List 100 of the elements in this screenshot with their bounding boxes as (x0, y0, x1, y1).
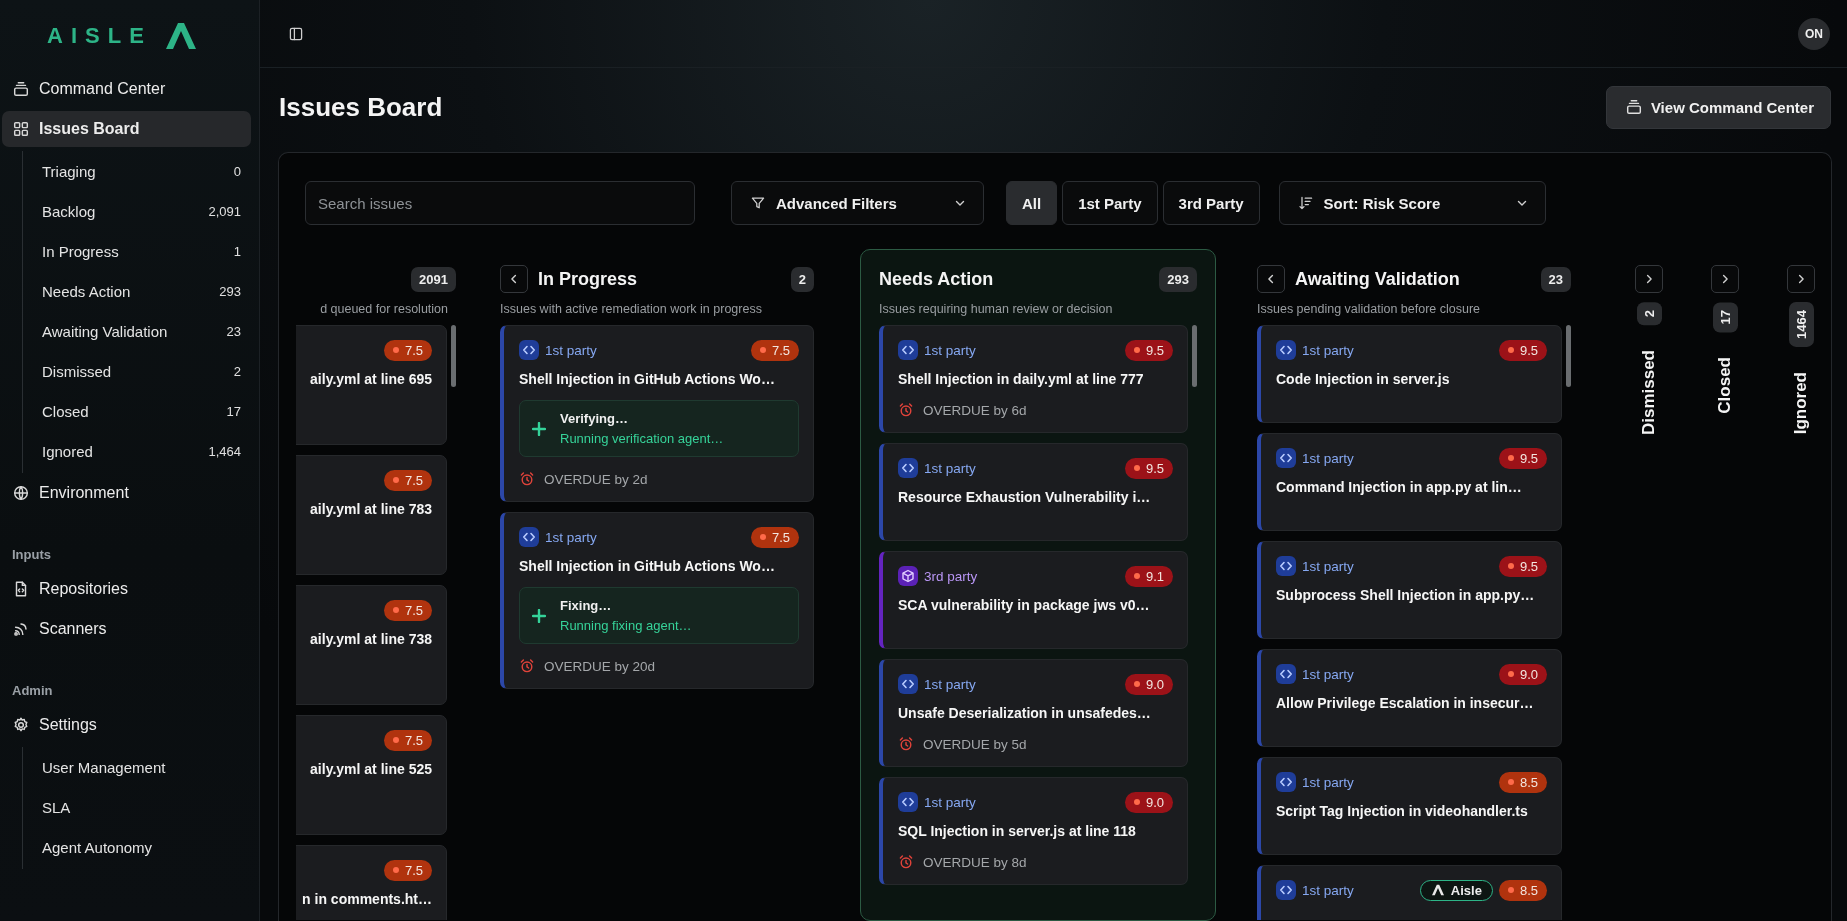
score-badge: 9.0 (1124, 791, 1173, 813)
nav-subitem[interactable]: Triaging 0 (23, 151, 251, 191)
issue-card[interactable]: 1st party 9.5 Code Injection in server.js (1257, 325, 1562, 423)
user-avatar[interactable]: ON (1798, 17, 1830, 50)
nav-item[interactable]: Environment (2, 475, 251, 511)
view-command-center-button[interactable]: View Command Center (1605, 85, 1831, 129)
column-title: Ignored (1791, 371, 1811, 435)
party-label: 1st party (924, 342, 976, 358)
party-label: 1st party (1302, 450, 1354, 466)
filter-dropdown[interactable]: Advanced Filters (731, 181, 984, 225)
stack-icon (12, 80, 30, 98)
scrollbar-thumb[interactable] (1192, 325, 1197, 387)
column-title: Needs Action (879, 268, 994, 290)
column-title: Dismissed (1639, 350, 1659, 436)
code-icon (1276, 664, 1296, 684)
alarm-clock-icon (898, 402, 914, 418)
alarm-clock-icon (898, 736, 914, 752)
issue-title: Subprocess Shell Injection in app.py… (1276, 586, 1536, 604)
count-badge: 2 (790, 266, 814, 292)
plus-icon (532, 421, 546, 436)
issue-title: Shell Injection in GitHub Actions Wo… (519, 370, 776, 388)
nav-item[interactable]: Issues Board (2, 111, 251, 147)
count-badge: 2091 (411, 266, 456, 292)
code-icon (1276, 448, 1296, 468)
collapse-column-button[interactable] (1257, 265, 1285, 293)
score-badge: 7.5 (383, 729, 432, 751)
issue-card[interactable]: 1st party 9.5 Resource Exhaustion Vulnerability i… (879, 443, 1188, 541)
nav-subitem[interactable]: Agent Autonomy (23, 827, 251, 867)
issue-card[interactable]: 1st party 9.0 Unsafe Deserialization in unsafedes… OVERDUE by 5d (879, 659, 1188, 767)
expand-column-button[interactable] (1711, 265, 1739, 293)
scrollbar-thumb[interactable] (1566, 325, 1571, 387)
nav-subitem[interactable]: In Progress 1 (23, 231, 251, 271)
issue-card[interactable]: 1st party 9.5 Command Injection in app.py at lin… (1257, 433, 1562, 531)
party-label: 1st party (545, 342, 597, 358)
issue-card[interactable]: 1st party 9.5 Subprocess Shell Injection in app.py… (1257, 541, 1562, 639)
alarm-clock-icon (519, 658, 535, 674)
filter-tab[interactable]: 3rd Party (1162, 181, 1260, 225)
sort-dropdown[interactable]: Sort: Risk Score (1278, 181, 1546, 225)
score-badge: 7.5 (750, 526, 799, 548)
party-label: 1st party (1302, 666, 1354, 682)
issue-card[interactable]: 7.5 aily.yml at line 738 (296, 585, 447, 705)
issue-title: aily.yml at line 525 (310, 760, 432, 778)
issue-card[interactable]: 1st party 7.5 Shell Injection in GitHub Actions Wo… Verifying… Running verification agent… OVERDUE by 2d (500, 325, 814, 502)
count-badge: 293 (1159, 266, 1197, 292)
grid-icon (12, 120, 30, 138)
issue-title: Script Tag Injection in videohandler.ts (1276, 802, 1529, 820)
score-badge: 9.5 (1124, 339, 1173, 361)
nav-subitem[interactable]: Ignored 1,464 (23, 431, 251, 471)
score-badge: 7.5 (383, 859, 432, 881)
issue-card[interactable]: 1st party 7.5 Shell Injection in GitHub Actions Wo… Fixing… Running fixing agent… OVERDUE by 20d (500, 512, 814, 689)
score-badge: 9.0 (1124, 673, 1173, 695)
nav-subitem[interactable]: Closed 17 (23, 391, 251, 431)
code-icon (1276, 880, 1296, 900)
issue-card[interactable]: 7.5 aily.yml at line 695 (296, 325, 447, 445)
code-icon (519, 527, 539, 547)
issue-card[interactable]: 1st party 9.5 Shell Injection in daily.yml at line 777 OVERDUE by 6d (879, 325, 1188, 433)
expand-column-button[interactable] (1787, 265, 1815, 293)
issue-title: SQL Injection in server.js at line 118 (898, 822, 1137, 840)
issue-card[interactable]: 1st party Aisle 8.5 (1257, 865, 1562, 920)
issue-card[interactable]: 3rd party 9.1 SCA vulnerability in package jws v0… (879, 551, 1188, 649)
issue-card[interactable]: 7.5 aily.yml at line 525 (296, 715, 447, 835)
party-label: 1st party (924, 794, 976, 810)
nav-item[interactable]: Command Center (2, 71, 251, 107)
score-badge: 9.5 (1498, 555, 1547, 577)
score-badge: 9.0 (1498, 663, 1547, 685)
count-badge: 1464 (1788, 302, 1814, 347)
nav-subitem[interactable]: Dismissed 2 (23, 351, 251, 391)
issue-card[interactable]: 7.5 aily.yml at line 783 (296, 455, 447, 575)
alarm-clock-icon (898, 854, 914, 870)
nav-item[interactable]: Settings (2, 707, 251, 743)
issue-title: aily.yml at line 695 (310, 370, 432, 388)
nav-subitem[interactable]: SLA (23, 787, 251, 827)
nav-item[interactable]: Repositories (2, 571, 251, 607)
issue-card[interactable]: 1st party 9.0 SQL Injection in server.js at line 118 OVERDUE by 8d (879, 777, 1188, 885)
issue-card[interactable]: 1st party 8.5 Script Tag Injection in videohandler.ts (1257, 757, 1562, 855)
collapse-column-button[interactable] (500, 265, 528, 293)
filter-tab[interactable]: All (1006, 181, 1058, 225)
nav-subitem[interactable]: Needs Action 293 (23, 271, 251, 311)
status-detail: Running verification agent… (560, 431, 724, 446)
score-badge: 8.5 (1498, 879, 1547, 901)
nav-subitem[interactable]: Backlog 2,091 (23, 191, 251, 231)
issue-card[interactable]: 1st party 9.0 Allow Privilege Escalation in insecur… (1257, 649, 1562, 747)
issue-card[interactable]: 7.5 n in comments.ht… (296, 845, 447, 920)
filter-tab[interactable]: 1st Party (1062, 181, 1158, 225)
issue-title: aily.yml at line 738 (310, 630, 432, 648)
expand-column-button[interactable] (1635, 265, 1663, 293)
stack-icon (1624, 98, 1643, 116)
nav-item[interactable]: Scanners (2, 611, 251, 647)
code-icon (898, 340, 918, 360)
code-icon (1276, 556, 1296, 576)
status-detail: Running fixing agent… (560, 618, 692, 633)
party-label: 1st party (924, 460, 976, 476)
nav-subitem[interactable]: User Management (23, 747, 251, 787)
code-icon (898, 674, 918, 694)
column-description: Issues pending validation before closure (1257, 302, 1482, 316)
search-field[interactable]: Search issues (305, 181, 695, 225)
nav-subitem[interactable]: Awaiting Validation 23 (23, 311, 251, 351)
scrollbar-thumb[interactable] (451, 325, 456, 387)
score-badge: 7.5 (383, 469, 432, 491)
page-title: Issues Board (279, 91, 443, 123)
